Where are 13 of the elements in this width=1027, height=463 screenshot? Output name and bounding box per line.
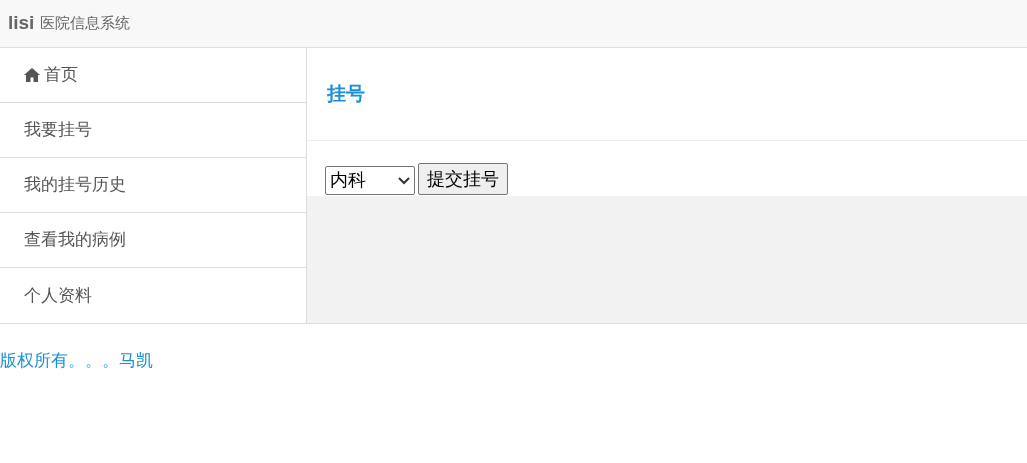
copyright-text: 版权所有。。。马凯: [0, 351, 153, 370]
brand-name[interactable]: lisi: [8, 9, 35, 38]
sidebar-item[interactable]: 首页: [0, 48, 306, 103]
sidebar-item[interactable]: 个人资料: [0, 268, 306, 323]
sidebar-item[interactable]: 查看我的病例: [0, 213, 306, 268]
chevron-down-icon: [398, 176, 410, 185]
submit-button[interactable]: 提交挂号: [418, 163, 508, 195]
sidebar-item[interactable]: 我的挂号历史: [0, 158, 306, 213]
system-name: 医院信息系统: [40, 13, 131, 34]
department-select[interactable]: 内科: [325, 166, 415, 195]
page-title: 挂号: [327, 81, 365, 106]
sidebar-item[interactable]: 我要挂号: [0, 103, 306, 158]
home-icon: [24, 68, 40, 82]
